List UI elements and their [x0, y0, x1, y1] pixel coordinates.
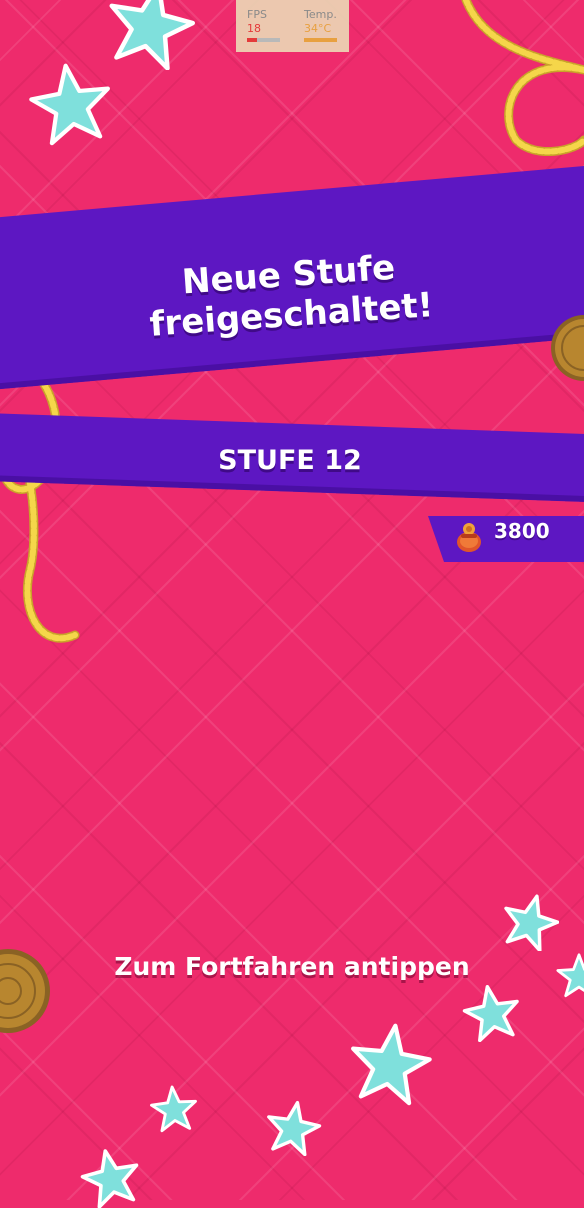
- currency-amount: 3800: [494, 519, 550, 543]
- temp-stat: Temp. 34°C: [304, 8, 337, 42]
- performance-overlay: FPS 18 Temp. 34°C: [236, 0, 349, 52]
- temp-label: Temp.: [304, 8, 337, 21]
- tap-to-continue-prompt[interactable]: Zum Fortfahren antippen: [0, 952, 584, 981]
- fps-value: 18: [247, 22, 261, 35]
- coin-right-icon: [547, 313, 584, 383]
- temp-bar: [304, 38, 337, 42]
- level-label: STUFE 12: [218, 445, 362, 476]
- star-icon: [28, 62, 114, 146]
- fps-stat: FPS 18: [247, 8, 280, 42]
- star-icon: [150, 1085, 198, 1133]
- star-icon: [501, 893, 559, 951]
- fps-bar: [247, 38, 280, 42]
- star-icon: [264, 1100, 322, 1156]
- fps-label: FPS: [247, 8, 267, 21]
- star-icon: [100, 0, 200, 70]
- temp-value: 34°C: [304, 22, 332, 35]
- coin-pouch-icon: [452, 520, 486, 558]
- rope-top-right-decoration: [456, 0, 584, 160]
- star-icon: [78, 1148, 144, 1208]
- star-icon: [462, 984, 522, 1042]
- star-icon: [347, 1022, 433, 1106]
